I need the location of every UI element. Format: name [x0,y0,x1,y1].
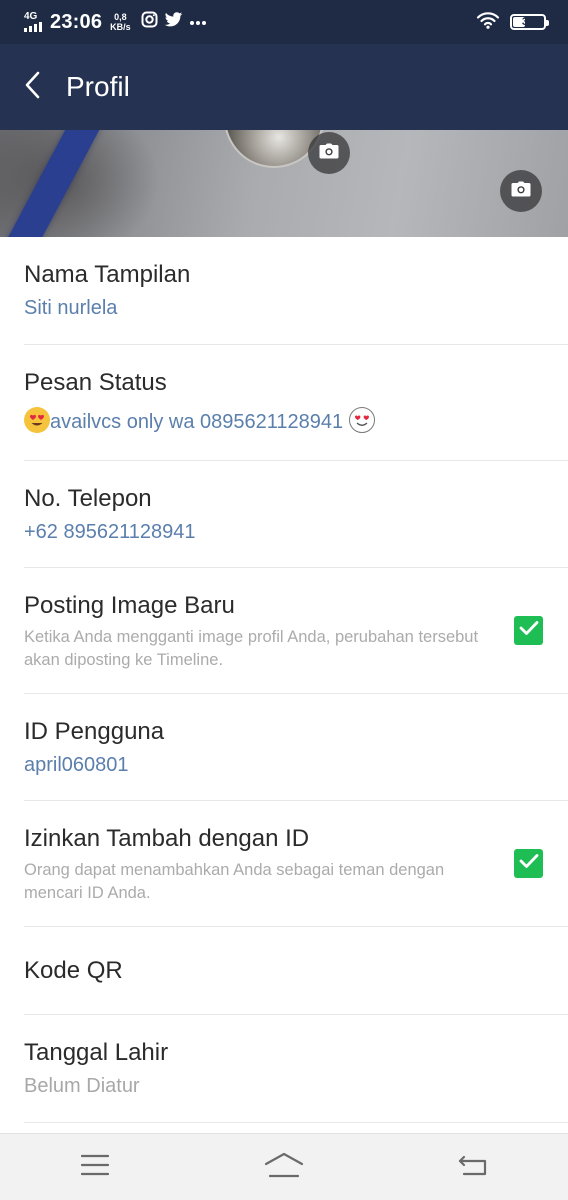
birthday-row[interactable]: Tanggal Lahir Belum Diatur [24,1015,568,1123]
phone-label: No. Telepon [24,485,152,512]
status-message-line: availvcs only wa 0895621128941 [24,407,544,434]
back-button[interactable] [0,44,64,130]
change-avatar-button[interactable] [308,132,350,174]
user-id-row[interactable]: ID Pengguna april060801 [24,694,568,801]
system-nav-bar [0,1133,568,1200]
battery-icon: 38 [510,14,549,30]
user-id-label: ID Pengguna [24,718,165,745]
display-name-row[interactable]: Nama Tampilan Siti nurlela [24,237,568,345]
post-new-image-description: Ketika Anda mengganti image profil Anda,… [24,628,479,669]
status-bar: 4G 23:06 0,8 KB/s 38 [0,0,568,44]
network-speed-value: 0,8 [114,12,127,22]
menu-button[interactable] [55,1137,135,1197]
post-new-image-label: Posting Image Baru [24,592,235,619]
cellular-signal-icon: 4G [24,12,42,32]
heart-eyes-outline-emoji-icon [348,407,375,433]
birthday-label: Tanggal Lahir [24,1039,169,1066]
change-cover-button[interactable] [500,170,542,212]
chevron-left-icon [23,70,41,105]
display-name-label: Nama Tampilan [24,261,191,288]
allow-add-by-id-description: Orang dapat menambahkan Anda sebagai tem… [24,861,445,902]
camera-icon [511,181,531,202]
phone-row[interactable]: No. Telepon +62 895621128941 [24,461,568,568]
battery-percent: 38 [521,16,535,28]
post-new-image-row[interactable]: Posting Image Baru Ketika Anda mengganti… [24,568,568,694]
network-speed: 0,8 KB/s [110,12,131,32]
post-new-image-checkbox[interactable] [514,616,543,645]
network-type: 4G [24,11,38,22]
back-icon [458,1154,488,1181]
checkmark-icon [519,853,539,874]
heart-eyes-emoji-icon [24,407,50,433]
cover-photo[interactable] [0,130,568,237]
checkmark-icon [519,620,539,641]
wifi-icon [476,11,500,34]
more-dots-icon [189,13,207,31]
qr-code-label: Kode QR [24,957,123,984]
network-speed-unit: KB/s [110,22,131,32]
menu-icon [80,1154,109,1181]
qr-code-row[interactable]: Kode QR [24,927,568,1015]
nav-back-button[interactable] [433,1137,513,1197]
allow-add-by-id-label: Izinkan Tambah dengan ID [24,825,310,852]
phone-value: +62 895621128941 [24,521,196,543]
status-message-row[interactable]: Pesan Status availvcs only wa 0895621128… [24,345,568,461]
home-icon [264,1152,304,1183]
camera-icon [319,143,339,164]
birthday-value: Belum Diatur [24,1075,140,1097]
profile-settings-list: Nama Tampilan Siti nurlela Pesan Status … [0,237,568,1123]
display-name-value: Siti nurlela [24,297,118,319]
status-message-value: availvcs only wa 0895621128941 [50,411,344,433]
home-button[interactable] [244,1137,324,1197]
allow-add-by-id-checkbox[interactable] [514,849,543,878]
clock: 23:06 [50,10,103,33]
allow-add-by-id-row[interactable]: Izinkan Tambah dengan ID Orang dapat men… [24,801,568,927]
twitter-icon [164,11,183,33]
status-message-label: Pesan Status [24,369,167,396]
app-bar: Profil [0,44,568,130]
user-id-value: april060801 [24,754,129,776]
instagram-icon [141,11,158,33]
page-title: Profil [66,71,130,102]
